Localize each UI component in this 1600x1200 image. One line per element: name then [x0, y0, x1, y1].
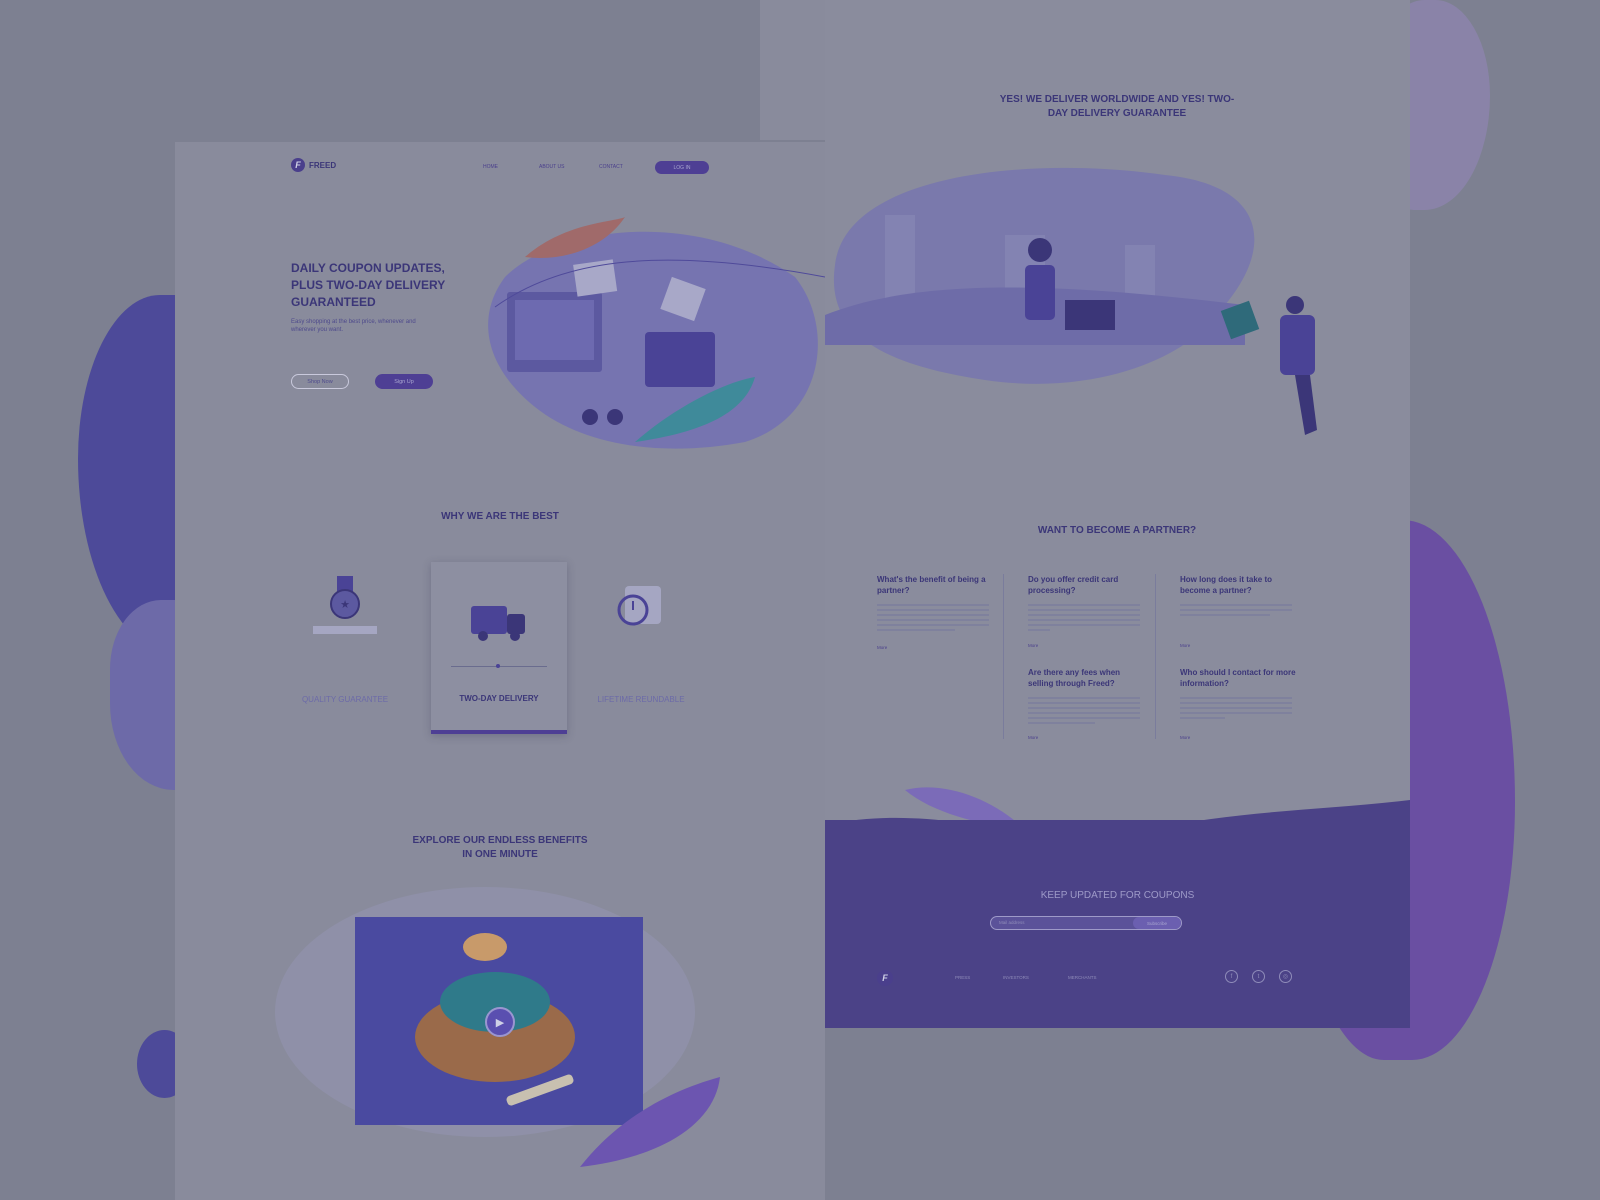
- sign-up-button[interactable]: Sign Up: [375, 374, 433, 389]
- active-bar: [431, 730, 567, 734]
- nav-about[interactable]: ABOUT US: [539, 164, 564, 170]
- faq-question-4: Are there any fees when selling through …: [1028, 668, 1121, 688]
- landing-page-left: F FREED HOME ABOUT US CONTACT LOG IN DAI…: [175, 142, 825, 1200]
- hero-subtitle: Easy shopping at the best price, wheneve…: [291, 319, 416, 333]
- faq-question-3: How long does it take to become a partne…: [1180, 575, 1273, 595]
- landing-page-right: YES! WE DELIVER WORLDWIDE AND YES! TWO- …: [825, 0, 1410, 1028]
- feature-two-day-delivery-label: TWO-DAY DELIVERY: [459, 694, 539, 703]
- feature-lifetime-refundable-label: LIFETIME REUNDABLE: [597, 695, 685, 704]
- email-placeholder: Mail address: [999, 920, 1025, 925]
- faq-divider: [1155, 574, 1156, 739]
- explore-title: EXPLORE OUR ENDLESS BENEFITS IN ONE MINU…: [350, 834, 650, 862]
- faq-answer-2: [1028, 604, 1140, 634]
- delivery-illustration: [825, 167, 1317, 435]
- nav-home[interactable]: HOME: [483, 164, 498, 170]
- shop-now-button[interactable]: Shop Now: [291, 374, 349, 389]
- feature-card-two-day-delivery[interactable]: TWO-DAY DELIVERY: [431, 562, 567, 734]
- faq-question-2: Do you offer credit card processing?: [1028, 575, 1119, 595]
- faq-more-link-5[interactable]: More: [1180, 735, 1190, 740]
- faq-more-link-1[interactable]: More: [877, 645, 887, 650]
- email-input[interactable]: Mail address Subscribe: [990, 916, 1182, 930]
- faq-more-link-4[interactable]: More: [1028, 735, 1038, 740]
- hero-title: DAILY COUPON UPDATES, PLUS TWO-DAY DELIV…: [291, 261, 446, 309]
- faq-divider: [1003, 574, 1004, 739]
- play-icon[interactable]: ▶: [485, 1007, 515, 1037]
- instagram-icon[interactable]: ◎: [1279, 970, 1292, 983]
- decor-leaf-bottom: [580, 1077, 720, 1167]
- faq-answer-4: [1028, 697, 1140, 727]
- faq-answer-5: [1180, 697, 1292, 722]
- faq-question-5: Who should I contact for more informatio…: [1180, 668, 1296, 688]
- faq-more-link-2[interactable]: More: [1028, 643, 1038, 648]
- faq-more-link-3[interactable]: More: [1180, 643, 1190, 648]
- nav-contact[interactable]: CONTACT: [599, 164, 623, 170]
- faq-answer-1: [877, 604, 989, 634]
- login-button[interactable]: LOG IN: [655, 161, 709, 174]
- facebook-icon[interactable]: f: [1225, 970, 1238, 983]
- faq-answer-3: [1180, 604, 1292, 619]
- footer-logo-icon[interactable]: F: [877, 970, 893, 986]
- footer-link-merchants[interactable]: MERCHANTS: [1068, 975, 1097, 980]
- stopwatch-icon: [617, 586, 661, 626]
- footer-link-investors[interactable]: INVESTORS: [1003, 975, 1029, 980]
- footer-link-press[interactable]: PRESS: [955, 975, 970, 980]
- progress-dot: [496, 664, 500, 668]
- brand-name: FREED: [309, 160, 337, 170]
- explore-title-line1: EXPLORE OUR ENDLESS BENEFITS: [412, 835, 588, 846]
- worldwide-headline-line1: YES! WE DELIVER WORLDWIDE AND YES! TWO-: [999, 94, 1235, 105]
- subscribe-button[interactable]: Subscribe: [1133, 917, 1181, 929]
- brand-logo[interactable]: F FREED: [291, 158, 336, 172]
- newsletter-title: KEEP UPDATED FOR COUPONS: [1040, 890, 1195, 901]
- medal-icon: ★: [313, 576, 377, 634]
- logo-mark-icon: F: [291, 158, 305, 172]
- faq-question-1: What's the benefit of being a partner?: [877, 575, 986, 595]
- worldwide-headline: YES! WE DELIVER WORLDWIDE AND YES! TWO- …: [917, 93, 1317, 121]
- twitter-icon[interactable]: t: [1252, 970, 1265, 983]
- partner-title: WANT TO BECOME A PARTNER?: [1037, 525, 1197, 536]
- truck-icon: [471, 606, 525, 641]
- explore-title-line2: IN ONE MINUTE: [462, 849, 538, 860]
- footer: KEEP UPDATED FOR COUPONS Mail address Su…: [825, 820, 1410, 1028]
- worldwide-headline-line2: DAY DELIVERY GUARANTEE: [1047, 108, 1187, 119]
- why-title: WHY WE ARE THE BEST: [441, 511, 559, 522]
- svg-text:★: ★: [340, 599, 350, 611]
- hero-illustration: [488, 217, 825, 449]
- feature-quality-guarantee-label: QUALITY GUARANTEE: [301, 695, 389, 704]
